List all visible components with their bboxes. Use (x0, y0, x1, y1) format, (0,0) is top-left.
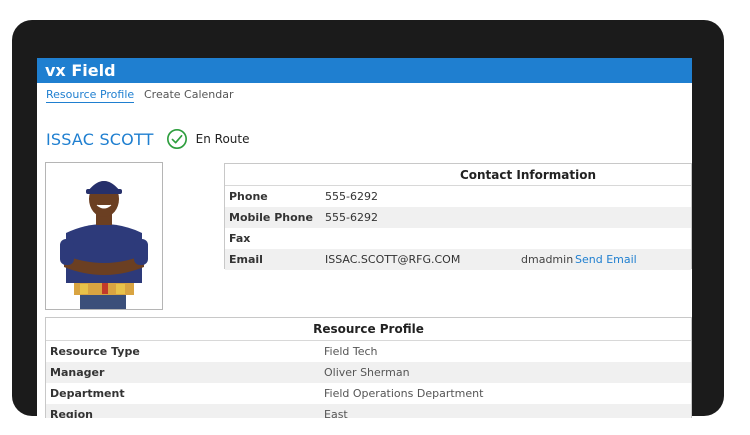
profile-label: Manager (50, 366, 105, 379)
profile-row: Resource Type Field Tech (46, 341, 691, 362)
contact-value: 555-6292 (325, 211, 378, 224)
contact-label: Fax (229, 232, 251, 245)
app-title: vx Field (37, 58, 692, 83)
contact-information-panel: Contact Information Phone 555-6292 Mobil… (224, 163, 692, 270)
profile-label: Resource Type (50, 345, 140, 358)
contact-value: 555-6292 (325, 190, 378, 203)
resource-name: ISSAC SCOTT (46, 129, 154, 149)
contact-user: dmadmin (521, 253, 574, 266)
send-email-link[interactable]: Send Email (575, 249, 637, 270)
profile-value: Field Operations Department (324, 387, 484, 400)
profile-panel-title: Resource Profile (46, 318, 691, 341)
contact-row-mobile: Mobile Phone 555-6292 (225, 207, 691, 228)
profile-row: Region East (46, 404, 691, 418)
tab-create-calendar[interactable]: Create Calendar (144, 88, 234, 101)
tab-bar: Resource Profile Create Calendar (37, 83, 692, 107)
profile-value: Oliver Sherman (324, 366, 410, 379)
contact-panel-title: Contact Information (225, 164, 691, 186)
contact-label: Email (229, 253, 263, 266)
contact-label: Phone (229, 190, 268, 203)
contact-row-fax: Fax (225, 228, 691, 249)
profile-value: Field Tech (324, 345, 378, 358)
check-circle-icon (166, 129, 187, 149)
tab-resource-profile[interactable]: Resource Profile (46, 88, 135, 103)
profile-row: Department Field Operations Department (46, 383, 691, 404)
profile-value: East (324, 408, 348, 418)
contact-row-phone: Phone 555-6292 (225, 186, 691, 207)
contact-row-email: Email ISSAC.SCOTT@RFG.COM dmadmin Send E… (225, 249, 691, 270)
resource-header: ISSAC SCOTT En Route (46, 126, 249, 152)
app-screen: vx Field Resource Profile Create Calenda… (37, 58, 692, 418)
contact-label: Mobile Phone (229, 211, 313, 224)
contact-email-value: ISSAC.SCOTT@RFG.COM (325, 253, 461, 266)
profile-row: Manager Oliver Sherman (46, 362, 691, 383)
resource-photo (45, 162, 163, 310)
device-frame: vx Field Resource Profile Create Calenda… (12, 20, 724, 418)
status-label: En Route (195, 132, 250, 146)
resource-profile-panel: Resource Profile Resource Type Field Tec… (45, 317, 692, 418)
profile-label: Department (50, 387, 125, 400)
profile-label: Region (50, 408, 93, 418)
